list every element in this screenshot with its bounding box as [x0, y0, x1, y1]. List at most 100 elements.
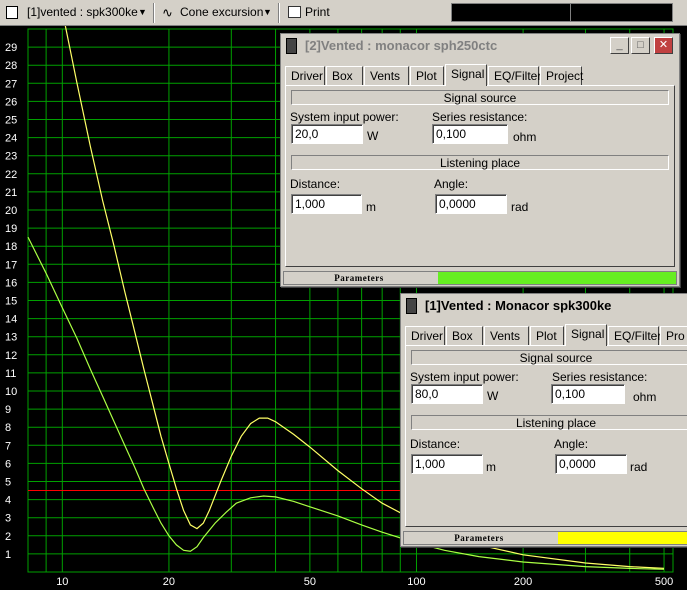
tab-box[interactable]: Box: [326, 66, 363, 85]
angle-label: Angle:: [434, 177, 469, 191]
power-unit: W: [367, 129, 379, 143]
tab-plot[interactable]: Plot: [410, 66, 444, 85]
status-bar: Parameters: [283, 271, 677, 285]
tab-eq-filter[interactable]: EQ/Filter: [608, 326, 661, 345]
y-tick-label: 26: [5, 96, 17, 108]
y-tick-label: 6: [5, 458, 11, 470]
status-text: Parameters: [334, 273, 384, 283]
power-input[interactable]: 20,0: [291, 124, 363, 144]
y-tick-label: 7: [5, 440, 11, 452]
close-button[interactable]: ✕: [654, 37, 673, 54]
y-tick-label: 1: [5, 549, 11, 561]
y-tick-label: 24: [5, 133, 17, 145]
y-tick-label: 8: [5, 422, 11, 434]
tab-signal[interactable]: Signal: [445, 64, 487, 86]
window-title: [1]Vented : Monacor spk300ke: [425, 298, 612, 313]
status-color-bar: [558, 532, 687, 544]
printer-icon[interactable]: [288, 6, 301, 18]
signal-source-header: Signal source: [291, 90, 669, 105]
wave-icon: ∿: [162, 5, 173, 20]
angle-input[interactable]: 0,0000: [555, 454, 627, 474]
tab-driver[interactable]: Driver: [405, 326, 445, 345]
maximize-button[interactable]: □: [631, 37, 650, 54]
toolbar-separator: [278, 3, 280, 23]
y-tick-label: 15: [5, 296, 17, 308]
x-tick-label: 50: [304, 576, 316, 588]
resistance-label: Series resistance:: [552, 370, 648, 384]
tab-vents[interactable]: Vents: [364, 66, 409, 85]
angle-unit: rad: [511, 200, 529, 214]
power-label: System input power:: [290, 110, 399, 124]
resistance-input[interactable]: 0,100: [432, 124, 508, 144]
resistance-input[interactable]: 0,100: [551, 384, 625, 404]
x-tick-label: 20: [163, 576, 175, 588]
listening-place-header: Listening place: [411, 415, 687, 430]
plot-select[interactable]: Cone excursion: [180, 3, 263, 22]
x-tick-label: 200: [514, 576, 532, 588]
readout-box: [570, 3, 673, 22]
y-tick-label: 4: [5, 495, 11, 507]
power-unit: W: [487, 389, 499, 403]
resistance-unit: ohm: [633, 390, 657, 404]
distance-input[interactable]: 1,000: [291, 194, 362, 214]
tab-driver[interactable]: Driver: [285, 66, 325, 85]
y-tick-label: 2: [5, 531, 11, 543]
angle-label: Angle:: [554, 437, 589, 451]
status-text: Parameters: [454, 533, 504, 543]
window-title: [2]Vented : monacor sph250ctc: [305, 38, 498, 53]
readout-box: [451, 3, 571, 22]
tab-box[interactable]: Box: [446, 326, 483, 345]
distance-unit: m: [366, 200, 376, 214]
power-label: System input power:: [410, 370, 519, 384]
y-tick-label: 13: [5, 332, 17, 344]
signal-source-header: Signal source: [411, 350, 687, 365]
window-vented-sph250ctc[interactable]: [2]Vented : monacor sph250ctc _ □ ✕ Driv…: [280, 33, 680, 287]
distance-label: Distance:: [410, 437, 461, 451]
distance-input[interactable]: 1,000: [411, 454, 483, 474]
y-tick-label: 17: [5, 259, 17, 271]
distance-unit: m: [486, 460, 496, 474]
tab-signal[interactable]: Signal: [565, 324, 607, 346]
window-vented-spk300ke[interactable]: [1]Vented : Monacor spk300ke Driver Box Ve…: [400, 293, 687, 547]
y-tick-label: 29: [5, 42, 17, 54]
toolbar: [1]vented : spk300ke ▼ ∿ Cone excursion …: [0, 0, 687, 26]
tab-pro[interactable]: Pro: [660, 326, 687, 345]
x-tick-label: 500: [655, 576, 673, 588]
y-tick-label: 16: [5, 277, 17, 289]
tab-project[interactable]: Project: [540, 66, 583, 85]
y-tick-label: 20: [5, 205, 17, 217]
y-tick-label: 12: [5, 350, 17, 362]
chevron-down-icon[interactable]: ▼: [138, 3, 147, 22]
power-input[interactable]: 80,0: [411, 384, 483, 404]
angle-input[interactable]: 0,0000: [435, 194, 507, 214]
x-tick-label: 10: [56, 576, 68, 588]
resistance-unit: ohm: [513, 130, 537, 144]
window-titlebar[interactable]: [2]Vented : monacor sph250ctc _ □ ✕: [281, 34, 679, 58]
tab-plot[interactable]: Plot: [530, 326, 564, 345]
project-select[interactable]: [1]vented : spk300ke: [27, 3, 138, 22]
window-titlebar[interactable]: [1]Vented : Monacor spk300ke: [401, 294, 687, 318]
y-tick-label: 14: [5, 314, 17, 326]
print-button[interactable]: Print: [305, 3, 330, 22]
distance-label: Distance:: [290, 177, 341, 191]
y-tick-label: 23: [5, 151, 17, 163]
angle-unit: rad: [630, 460, 648, 474]
toolbar-separator: [153, 3, 155, 23]
chevron-down-icon[interactable]: ▼: [263, 3, 272, 22]
y-tick-label: 27: [5, 78, 17, 90]
status-color-bar: [438, 272, 676, 284]
y-tick-label: 3: [5, 513, 11, 525]
y-tick-label: 28: [5, 60, 17, 72]
y-tick-label: 25: [5, 115, 17, 127]
y-tick-label: 22: [5, 169, 17, 181]
y-tick-label: 18: [5, 241, 17, 253]
y-tick-label: 10: [5, 386, 17, 398]
y-tick-label: 19: [5, 223, 17, 235]
document-icon: [6, 6, 18, 19]
y-tick-label: 21: [5, 187, 17, 199]
y-tick-label: 11: [5, 368, 16, 380]
tab-vents[interactable]: Vents: [484, 326, 529, 345]
tab-eq-filter[interactable]: EQ/Filter: [488, 66, 541, 85]
x-tick-label: 100: [407, 576, 425, 588]
minimize-button[interactable]: _: [610, 37, 629, 54]
